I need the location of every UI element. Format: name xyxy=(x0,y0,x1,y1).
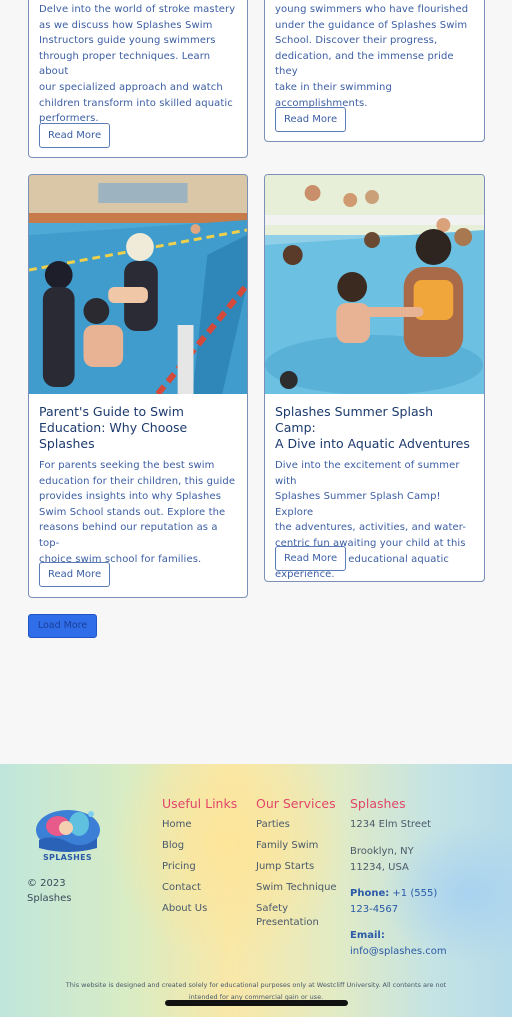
footer-link-swim-technique[interactable]: Swim Technique xyxy=(256,881,337,895)
footer-link-parties[interactable]: Parties xyxy=(256,818,290,832)
card-image-summer-camp[interactable] xyxy=(265,175,484,394)
blog-card-parents-guide: Parent's Guide to Swim Education: Why Ch… xyxy=(28,174,248,598)
footer-link-home[interactable]: Home xyxy=(162,818,192,832)
footer-link-about-us[interactable]: About Us xyxy=(162,902,207,916)
footer-link-contact[interactable]: Contact xyxy=(162,881,201,895)
contact-email[interactable]: Email: info@splashes.com xyxy=(350,928,447,960)
footer-link-pricing[interactable]: Pricing xyxy=(162,860,196,874)
contact-street: 1234 Elm Street xyxy=(350,819,432,830)
contact-heading: Splashes xyxy=(350,796,406,811)
splashes-logo[interactable]: SPLASHES xyxy=(33,804,103,864)
read-more-button[interactable]: Read More xyxy=(39,562,111,587)
footer-link-blog[interactable]: Blog xyxy=(162,839,184,853)
card-title[interactable]: Splashes Summer Splash Camp: A Dive into… xyxy=(275,404,474,452)
read-more-button[interactable]: Read More xyxy=(275,546,347,571)
useful-links-heading: Useful Links xyxy=(162,796,238,811)
blog-card-summer-camp: Splashes Summer Splash Camp: A Dive into… xyxy=(264,174,485,582)
footer-link-jump-starts[interactable]: Jump Starts xyxy=(256,860,314,874)
home-indicator[interactable] xyxy=(165,1000,348,1006)
read-more-button[interactable]: Read More xyxy=(39,123,111,148)
card-excerpt: For parents seeking the best swim educat… xyxy=(39,460,236,565)
blog-card-stroke-mastery: Delve into the world of stroke mastery a… xyxy=(28,0,248,158)
card-title[interactable]: Parent's Guide to Swim Education: Why Ch… xyxy=(39,404,237,452)
contact-phone[interactable]: Phone: +1 (555) 123-4567 xyxy=(350,886,437,918)
contact-city: Brooklyn, NY 11234, USA xyxy=(350,846,414,873)
our-services-heading: Our Services xyxy=(256,796,336,811)
footer-link-family-swim[interactable]: Family Swim xyxy=(256,839,318,853)
card-excerpt: Delve into the world of stroke mastery a… xyxy=(39,4,236,125)
site-footer: SPLASHES © 2023 Splashes Useful Links Ho… xyxy=(0,764,512,1017)
logo-text: SPLASHES xyxy=(43,853,92,862)
read-more-button[interactable]: Read More xyxy=(275,107,347,132)
copyright: © 2023 Splashes xyxy=(27,878,72,904)
card-image-swim-lesson[interactable] xyxy=(29,175,247,394)
footer-link-safety-presentation[interactable]: Safety Presentation xyxy=(256,902,319,930)
card-excerpt: young swimmers who have flourished under… xyxy=(275,4,469,109)
blog-card-success-stories: young swimmers who have flourished under… xyxy=(264,0,485,142)
load-more-button[interactable]: Load More xyxy=(28,614,97,638)
